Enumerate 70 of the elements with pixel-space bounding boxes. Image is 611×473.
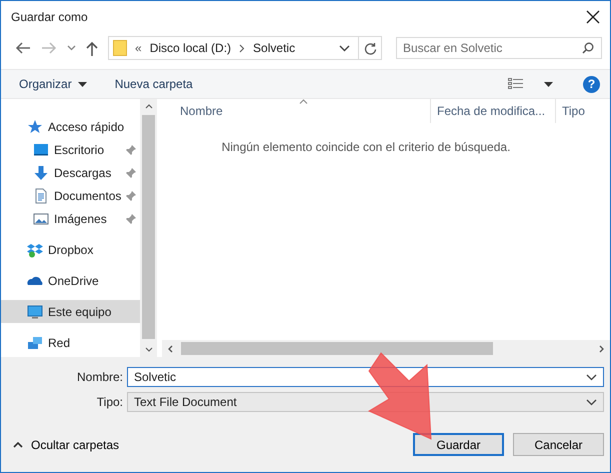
breadcrumb[interactable]: Disco local (D:) <box>150 41 232 55</box>
chevron-down-icon[interactable] <box>586 374 597 380</box>
sidebar-label: Escritorio <box>54 142 104 156</box>
empty-message: Ningún elemento coincide con el criterio de búsqueda. <box>222 140 510 156</box>
scroll-down-icon[interactable] <box>144 347 152 352</box>
scrollbar[interactable] <box>140 99 157 357</box>
view-options-icon[interactable] <box>508 78 523 90</box>
breadcrumb-separator-icon[interactable] <box>239 44 246 52</box>
chevron-up-icon <box>13 442 23 448</box>
sidebar-item[interactable]: Red <box>1 331 140 354</box>
sidebar-item[interactable]: Dropbox <box>1 238 140 261</box>
sidebar-label: Dropbox <box>48 242 94 256</box>
back-icon[interactable] <box>15 42 31 54</box>
sidebar-item[interactable]: Documentos <box>1 184 140 207</box>
scroll-up-icon[interactable] <box>144 104 152 109</box>
close-icon[interactable] <box>586 10 600 24</box>
dropdown-icon[interactable] <box>339 44 350 52</box>
pin-icon[interactable] <box>126 214 136 224</box>
save-button[interactable]: Guardar <box>413 433 504 456</box>
sidebar-item[interactable]: Imágenes <box>1 207 140 230</box>
field-label: Tipo: <box>96 395 124 409</box>
help-button[interactable]: ? <box>583 76 600 92</box>
sidebar-item[interactable]: Acceso rápido <box>1 115 140 138</box>
sidebar-label: Este equipo <box>48 304 112 318</box>
column-header[interactable]: Tipo <box>556 99 610 123</box>
sidebar-label: Documentos <box>54 188 122 202</box>
network-icon <box>27 334 43 350</box>
sidebar-label: Descargas <box>54 166 112 180</box>
column-header[interactable]: Fecha de modifica... <box>431 99 556 123</box>
sidebar-item[interactable]: Descargas <box>1 161 140 184</box>
file-type-dropdown[interactable]: Text File Document <box>127 392 604 412</box>
computer-icon <box>27 304 43 320</box>
sidebar-label: Acceso rápido <box>48 120 124 134</box>
up-arrow-icon[interactable] <box>86 40 98 56</box>
chevron-down-icon[interactable] <box>586 398 597 406</box>
hide-folders-button[interactable]: Ocultar carpetas <box>13 438 120 452</box>
image-icon <box>33 210 49 226</box>
pin-icon[interactable] <box>126 191 136 201</box>
sidebar-item[interactable]: Escritorio <box>1 138 140 161</box>
new-folder-button[interactable]: Nueva carpeta <box>106 74 201 94</box>
cancel-button[interactable]: Cancelar <box>513 433 604 456</box>
dropbox-icon <box>27 242 43 258</box>
field-label: Nombre: <box>76 370 124 384</box>
refresh-icon <box>364 42 376 54</box>
organize-button[interactable]: Organizar <box>11 74 95 94</box>
search-icon <box>582 42 594 54</box>
address-bar[interactable]: « Disco local (D:) Solvetic <box>108 36 382 60</box>
sidebar-label: Imágenes <box>54 212 107 226</box>
pin-icon[interactable] <box>126 145 136 155</box>
sidebar-label: OneDrive <box>48 274 99 288</box>
overflow-chevron[interactable]: « <box>135 41 142 55</box>
folder-icon <box>113 40 127 56</box>
desktop-icon <box>33 142 49 158</box>
scrollbar[interactable] <box>162 340 610 357</box>
window-title: Guardar como <box>11 10 88 24</box>
file-name-field[interactable]: Solvetic <box>127 367 604 387</box>
pin-icon[interactable] <box>126 168 136 178</box>
star-icon <box>27 118 43 134</box>
column-header[interactable]: Nombre <box>162 99 431 123</box>
sidebar-label: Red <box>48 336 70 350</box>
caret-icon <box>78 82 87 86</box>
sidebar-item[interactable]: OneDrive <box>1 269 140 292</box>
search-field[interactable]: Buscar en Solvetic <box>396 37 602 59</box>
sidebar-item[interactable]: Este equipo <box>1 300 140 323</box>
scroll-right-icon[interactable] <box>599 344 605 352</box>
dropdown-icon[interactable] <box>544 82 553 86</box>
download-icon <box>33 164 49 180</box>
document-icon <box>33 188 49 204</box>
breadcrumb[interactable]: Solvetic <box>253 41 296 55</box>
scroll-left-icon[interactable] <box>167 344 173 352</box>
